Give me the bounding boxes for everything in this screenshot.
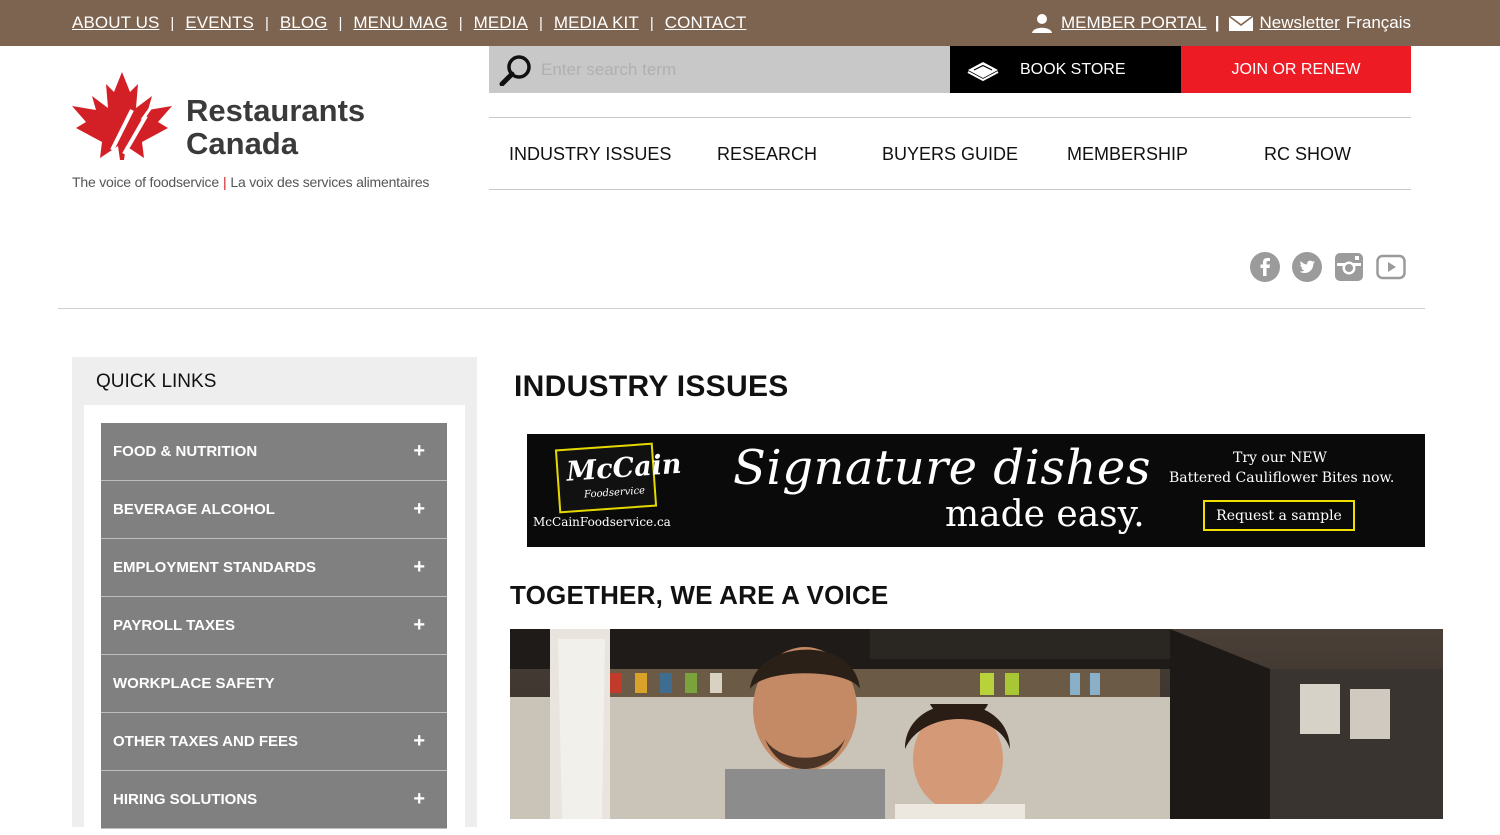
quick-links-body: FOOD & NUTRITION + BEVERAGE ALCOHOL + EM… <box>84 405 465 835</box>
book-store-label: BOOK STORE <box>1020 60 1126 78</box>
top-link-media[interactable]: MEDIA <box>474 13 528 33</box>
ad-try-line-1: Try our NEW <box>1233 450 1327 466</box>
top-link-contact[interactable]: CONTACT <box>665 13 747 33</box>
separator: | <box>538 14 543 32</box>
top-link-menu-mag[interactable]: MENU MAG <box>353 13 447 33</box>
ad-headline-2: made easy. <box>945 494 1145 535</box>
mccain-ad-banner[interactable]: McCain Foodservice McCainFoodservice.ca … <box>527 434 1425 547</box>
quick-link-other-taxes-fees[interactable]: OTHER TAXES AND FEES + <box>101 713 447 771</box>
search-box <box>489 46 950 93</box>
join-or-renew-button[interactable]: JOIN OR RENEW <box>1181 46 1411 93</box>
quick-link-label: EMPLOYMENT STANDARDS <box>113 559 317 576</box>
mccain-logo-sub: Foodservice <box>583 485 646 501</box>
ad-try-line-2: Battered Cauliflower Bites now. <box>1169 470 1395 486</box>
quick-link-food-nutrition[interactable]: FOOD & NUTRITION + <box>101 423 447 481</box>
quick-link-payroll-taxes[interactable]: PAYROLL TAXES + <box>101 597 447 655</box>
main-nav: INDUSTRY ISSUES RESEARCH BUYERS GUIDE ME… <box>489 117 1411 190</box>
quick-link-hiring-solutions[interactable]: HIRING SOLUTIONS + <box>101 771 447 829</box>
mccain-logo-word: McCain <box>565 448 683 488</box>
page-title: INDUSTRY ISSUES <box>514 370 789 403</box>
nav-industry-issues[interactable]: INDUSTRY ISSUES <box>509 118 671 190</box>
site-logo[interactable]: Restaurants Canada The voice of foodserv… <box>72 70 429 195</box>
ad-url: McCainFoodservice.ca <box>533 515 671 529</box>
top-link-media-kit[interactable]: MEDIA KIT <box>554 13 639 33</box>
quick-links-title: QUICK LINKS <box>96 371 217 392</box>
expand-icon[interactable]: + <box>413 557 425 577</box>
tagline-separator: | <box>222 174 227 190</box>
expand-icon[interactable]: + <box>413 499 425 519</box>
mccain-logo: McCain Foodservice <box>554 442 683 514</box>
request-sample-button[interactable]: Request a sample <box>1203 500 1355 531</box>
quick-link-label: HIRING SOLUTIONS <box>113 791 258 808</box>
top-link-blog[interactable]: BLOG <box>280 13 328 33</box>
nav-membership[interactable]: MEMBERSHIP <box>1067 118 1188 190</box>
ad-headline-1: Signature dishes <box>733 440 1151 496</box>
logo-line-2: Canada <box>186 126 298 161</box>
quick-link-beverage-alcohol[interactable]: BEVERAGE ALCOHOL + <box>101 481 447 539</box>
search-icon[interactable] <box>499 54 533 86</box>
twitter-icon[interactable] <box>1292 252 1322 282</box>
logo-line-1: Restaurants <box>186 93 366 128</box>
maple-leaf-icon <box>72 72 172 160</box>
header-divider <box>58 308 1425 309</box>
top-link-events[interactable]: EVENTS <box>185 13 254 33</box>
section-title: TOGETHER, WE ARE A VOICE <box>510 580 889 610</box>
nav-buyers-guide[interactable]: BUYERS GUIDE <box>882 118 1018 190</box>
hero-photo <box>510 629 1443 819</box>
quick-link-label: BEVERAGE ALCOHOL <box>113 501 275 518</box>
quick-link-label: OTHER TAXES AND FEES <box>113 733 299 750</box>
top-link-about-us[interactable]: ABOUT US <box>72 13 159 33</box>
expand-icon[interactable]: + <box>413 615 425 635</box>
quick-link-label: WORKPLACE SAFETY <box>113 675 275 692</box>
instagram-icon[interactable] <box>1334 252 1364 282</box>
quick-link-workplace-safety[interactable]: WORKPLACE SAFETY <box>101 655 447 713</box>
search-input[interactable] <box>541 46 941 93</box>
separator: | <box>649 14 654 32</box>
tagline-english: The voice of foodservice <box>72 174 219 190</box>
book-store-button[interactable]: BOOK STORE <box>950 46 1181 93</box>
language-toggle[interactable]: Français <box>1346 13 1411 33</box>
nav-rc-show[interactable]: RC SHOW <box>1264 118 1351 190</box>
quick-link-label: FOOD & NUTRITION <box>113 443 258 460</box>
quick-links-panel: QUICK LINKS FOOD & NUTRITION + BEVERAGE … <box>72 357 477 835</box>
quick-link-employment-standards[interactable]: EMPLOYMENT STANDARDS + <box>101 539 447 597</box>
nav-research[interactable]: RESEARCH <box>717 118 817 190</box>
separator: | <box>458 14 463 32</box>
user-icon <box>1031 14 1052 33</box>
expand-icon[interactable]: + <box>413 441 425 461</box>
member-portal-link[interactable]: MEMBER PORTAL <box>1061 13 1207 33</box>
book-icon <box>967 61 999 81</box>
logo-text: Restaurants Canada <box>186 94 365 160</box>
separator: | <box>170 14 175 32</box>
logo-tagline: The voice of foodservice | La voix des ser… <box>72 174 429 190</box>
top-nav: ABOUT US | EVENTS | BLOG | MENU MAG | ME… <box>72 0 746 46</box>
envelope-icon <box>1228 15 1253 31</box>
newsletter-link[interactable]: Newsletter <box>1260 13 1340 33</box>
quick-links-list: FOOD & NUTRITION + BEVERAGE ALCOHOL + EM… <box>101 423 447 829</box>
tagline-french: La voix des services alimentaires <box>230 174 430 190</box>
facebook-icon[interactable] <box>1250 252 1280 282</box>
quick-link-label: PAYROLL TAXES <box>113 617 235 634</box>
youtube-icon[interactable] <box>1376 252 1406 282</box>
top-right-links: MEMBER PORTAL | Newsletter Français <box>1031 0 1411 46</box>
expand-icon[interactable]: + <box>413 789 425 809</box>
expand-icon[interactable]: + <box>413 731 425 751</box>
social-links <box>1250 252 1418 282</box>
hero-image <box>510 629 1443 819</box>
separator: | <box>338 14 343 32</box>
separator: | <box>1214 13 1220 32</box>
separator: | <box>264 14 269 32</box>
top-bar: ABOUT US | EVENTS | BLOG | MENU MAG | ME… <box>0 0 1500 46</box>
